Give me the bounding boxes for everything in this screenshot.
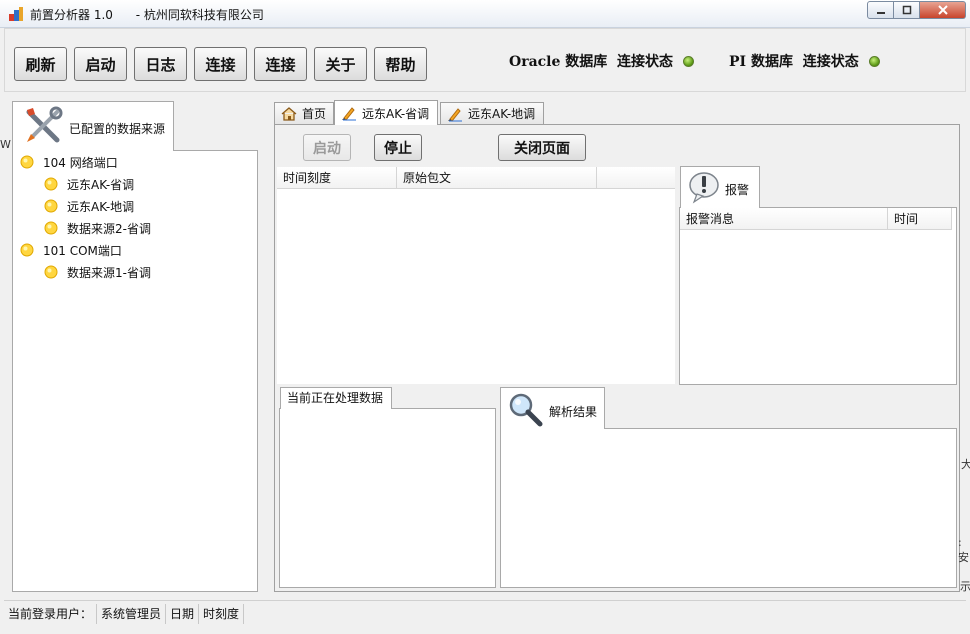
pi-status-label: PI 数据库 连接状态 (729, 54, 859, 70)
time-scale-field: 时刻度 (199, 603, 245, 624)
title-bar: 前置分析器 1.0 - 杭州同软科技有限公司 (0, 0, 970, 28)
parse-result-tab-label: 解析结果 (549, 405, 598, 419)
tree-item-data-source-2-province[interactable]: 数据来源2-省调 (43, 219, 151, 237)
login-user-label: 当前登录用户： (4, 603, 98, 624)
alarm-tab[interactable]: 报警 (680, 166, 760, 208)
tab-yuandong-ak-province-label: 远东AK-省调 (362, 106, 430, 121)
column-alarm-time[interactable]: 时间 (888, 208, 952, 230)
raw-packet-table: 时间刻度 原始包文 (277, 167, 675, 384)
bulb-icon (44, 199, 58, 213)
bulb-icon (44, 177, 58, 191)
background-window-fragment: 示 (960, 580, 970, 593)
about-button[interactable]: 关于 (314, 47, 367, 81)
connect-button-2[interactable]: 连接 (254, 47, 307, 81)
tab-home[interactable]: 首页 (274, 102, 334, 124)
bulb-icon (44, 221, 58, 235)
tree-item-label: 数据来源1-省调 (67, 265, 151, 280)
date-field: 日期 (166, 603, 200, 624)
column-raw-packet[interactable]: 原始包文 (397, 167, 597, 189)
pi-status-led-icon (868, 55, 880, 67)
raw-packet-table-header: 时间刻度 原始包文 (277, 167, 675, 189)
start-button[interactable]: 启动 (74, 47, 127, 81)
tree-item-yuandong-ak-province[interactable]: 远东AK-省调 (43, 175, 134, 193)
bulb-icon (20, 155, 34, 169)
tab-yuandong-ak-district-label: 远东AK-地调 (468, 107, 536, 121)
start-source-button[interactable]: 启动 (303, 134, 351, 161)
close-button[interactable] (920, 1, 966, 19)
alarm-table: 报警消息 时间 (679, 207, 957, 385)
tree-item-label: 远东AK-省调 (67, 177, 135, 192)
processing-panel (279, 408, 496, 588)
parse-result-panel (500, 428, 957, 588)
tab-yuandong-ak-district[interactable]: 远东AK-地调 (440, 102, 544, 124)
column-extra[interactable] (597, 167, 675, 189)
column-time-scale[interactable]: 时间刻度 (277, 167, 397, 189)
tab-content: 启动 停止 关闭页面 时间刻度 原始包文 报警 报警消息 时间 当前正在处理数据… (274, 124, 960, 592)
magnifier-icon (509, 393, 543, 427)
tree-item-label: 104 网络端口 (43, 155, 118, 170)
alarm-tab-label: 报警 (725, 183, 750, 197)
tree-item-label: 数据来源2-省调 (67, 221, 151, 236)
tree-item-label: 101 COM端口 (43, 243, 122, 258)
oracle-status-led-icon (683, 55, 695, 67)
login-user-value: 系统管理员 (97, 603, 167, 624)
data-source-tab[interactable]: 已配置的数据来源 (12, 101, 174, 151)
content-area: 首页 远东AK-省调 远东AK-地调 启动 停止 关闭页面 时间刻度 原始包文 (270, 100, 964, 594)
data-source-panel: 已配置的数据来源 104 网络端口 远东AK-省调 远东AK-地调 数据来源2-… (12, 101, 258, 592)
background-window-fragment: 大 (961, 458, 970, 471)
tree-item-label: 远东AK-地调 (67, 199, 135, 214)
help-button[interactable]: 帮助 (374, 47, 427, 81)
main-toolbar: 刷新 启动 日志 连接 连接 关于 帮助 Oracle 数据库 连接状态 PI … (4, 28, 966, 92)
processing-tab[interactable]: 当前正在处理数据 (280, 387, 392, 409)
connect-button-1[interactable]: 连接 (194, 47, 247, 81)
maximize-icon (902, 5, 911, 15)
oracle-status-label: Oracle 数据库 连接状态 (509, 54, 674, 70)
status-bar: 当前登录用户： 系统管理员 日期 时刻度 (4, 600, 966, 626)
tree-item-yuandong-ak-district[interactable]: 远东AK-地调 (43, 197, 134, 215)
minimize-icon (876, 12, 885, 14)
tab-yuandong-ak-province[interactable]: 远东AK-省调 (334, 100, 438, 125)
home-icon (281, 106, 297, 121)
log-button[interactable]: 日志 (134, 47, 187, 81)
bulb-icon (44, 265, 58, 279)
background-window-fragment: :安 (958, 536, 969, 564)
app-icon (9, 7, 23, 21)
tab-home-label: 首页 (302, 107, 327, 121)
maximize-button[interactable] (894, 1, 920, 19)
data-source-tree: 104 网络端口 远东AK-省调 远东AK-地调 数据来源2-省调 101 CO… (12, 150, 258, 592)
parse-result-tab[interactable]: 解析结果 (500, 387, 605, 429)
pencil-icon (448, 107, 462, 122)
background-window-fragment: W (0, 138, 11, 151)
data-source-tab-label: 已配置的数据来源 (69, 122, 166, 136)
oracle-status: Oracle 数据库 连接状态 (509, 51, 695, 71)
pencil-icon (342, 107, 356, 121)
close-page-button[interactable]: 关闭页面 (498, 134, 586, 161)
pi-status: PI 数据库 连接状态 (729, 51, 880, 71)
bulb-icon (20, 243, 34, 257)
stop-button[interactable]: 停止 (374, 134, 422, 161)
column-alarm-message[interactable]: 报警消息 (680, 208, 888, 230)
window-controls (867, 1, 966, 19)
alarm-table-header: 报警消息 时间 (680, 208, 952, 230)
tree-item-data-source-1-province[interactable]: 数据来源1-省调 (43, 263, 151, 281)
tree-item-101-com-port[interactable]: 101 COM端口 (19, 241, 122, 259)
close-icon (937, 5, 948, 15)
window-title: 前置分析器 1.0 - 杭州同软科技有限公司 (30, 8, 264, 22)
alarm-bubble-icon (689, 172, 719, 204)
minimize-button[interactable] (867, 1, 894, 19)
tree-item-104-network-port[interactable]: 104 网络端口 (19, 153, 118, 171)
tools-icon (26, 106, 63, 143)
refresh-button[interactable]: 刷新 (14, 47, 67, 81)
